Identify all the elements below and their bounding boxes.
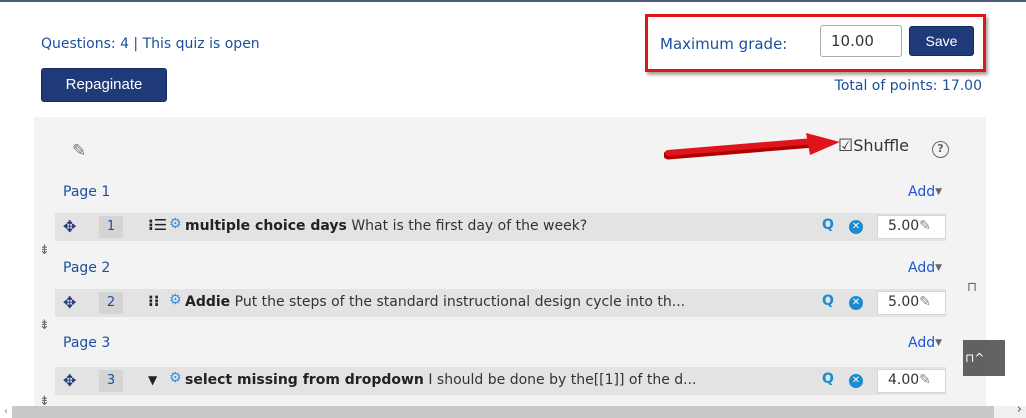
edit-mark-pencil-icon[interactable]: ✎	[919, 294, 931, 310]
ordering-type-icon: ⁝⁝	[148, 292, 160, 310]
move-icon[interactable]: ✥	[63, 293, 76, 312]
question-mark[interactable]: 5.00✎	[877, 215, 946, 239]
delete-icon[interactable]: ✕	[849, 296, 863, 310]
move-icon[interactable]: ✥	[63, 217, 76, 236]
slot-number: 2	[99, 292, 123, 314]
question-mark[interactable]: 5.00✎	[877, 291, 946, 315]
page-break-icon[interactable]: ⇟	[39, 318, 50, 333]
gear-icon: ⚙	[169, 370, 182, 386]
unlock-icon[interactable]: ⊓	[967, 280, 977, 295]
shuffle-label: Shuffle	[853, 136, 909, 155]
gear-icon: ⚙	[169, 216, 182, 232]
annotation-arrow	[664, 133, 840, 160]
question-row-1: ✥ 1 ⁝☰ ⚙ multiple choice days What is th…	[55, 213, 946, 241]
scroll-left-icon[interactable]: ‹	[4, 406, 8, 417]
add-label: Add	[908, 260, 936, 276]
scrollbar-thumb[interactable]	[12, 406, 994, 418]
question-name: multiple choice days	[185, 218, 347, 234]
chevron-up-icon: ^	[974, 351, 985, 365]
slot-number: 3	[99, 370, 123, 392]
maximum-grade-input[interactable]	[820, 25, 902, 57]
mark-value: 5.00	[888, 294, 920, 310]
caret-down-icon: ▼	[935, 338, 943, 348]
page-label-3: Page 3	[63, 335, 111, 351]
page-label-2: Page 2	[63, 260, 111, 276]
shuffle-toggle[interactable]: ☑Shuffle	[838, 136, 909, 156]
preview-icon[interactable]: Q	[822, 217, 834, 233]
question-body: Put the steps of the standard instructio…	[230, 294, 686, 310]
maximum-grade-highlight: Maximum grade: Save	[645, 14, 986, 72]
question-text[interactable]: select missing from dropdown I should be…	[185, 372, 697, 388]
shuffle-checkbox[interactable]: ☑	[838, 136, 853, 156]
top-border	[0, 0, 1026, 2]
question-row-2: ✥ 2 ⁝⁝ ⚙ Addie Put the steps of the stan…	[55, 289, 946, 317]
question-text[interactable]: multiple choice days What is the first d…	[185, 218, 587, 234]
caret-down-icon: ▼	[935, 263, 943, 273]
repaginate-button[interactable]: Repaginate	[41, 68, 167, 102]
question-name: select missing from dropdown	[185, 372, 424, 388]
edit-section-heading-pencil-icon[interactable]: ✎	[72, 141, 86, 161]
page-break-icon[interactable]: ⇟	[39, 243, 50, 258]
delete-icon[interactable]: ✕	[849, 374, 863, 388]
question-row-3: ✥ 3 ▼ ⚙ select missing from dropdown I s…	[55, 367, 946, 395]
preview-icon[interactable]: Q	[822, 371, 834, 387]
add-label: Add	[908, 335, 936, 351]
add-link-page-1[interactable]: Add▼	[908, 184, 942, 200]
question-body: What is the first day of the week?	[346, 218, 588, 234]
add-link-page-3[interactable]: Add▼	[908, 335, 942, 351]
question-name: Addie	[185, 294, 231, 310]
total-points: Total of points: 17.00	[834, 78, 982, 94]
scroll-to-top-button[interactable]: ⊓^	[963, 340, 1005, 376]
add-label: Add	[908, 184, 936, 200]
questions-info: Questions: 4 | This quiz is open	[41, 36, 260, 52]
question-mark[interactable]: 4.00✎	[877, 369, 946, 393]
gear-icon: ⚙	[169, 292, 182, 308]
caret-down-icon: ▼	[935, 187, 943, 197]
dropdown-type-icon: ▼	[148, 373, 158, 387]
page-label-1: Page 1	[63, 184, 111, 200]
delete-icon[interactable]: ✕	[849, 220, 863, 234]
horizontal-scrollbar[interactable]: ›	[12, 402, 1026, 418]
add-link-page-2[interactable]: Add▼	[908, 260, 942, 276]
save-button[interactable]: Save	[909, 26, 974, 56]
question-text[interactable]: Addie Put the steps of the standard inst…	[185, 294, 685, 310]
question-body: I should be done by the[[1]] of the d...	[423, 372, 697, 388]
slot-number: 1	[99, 216, 123, 238]
move-icon[interactable]: ✥	[63, 371, 76, 390]
mark-value: 4.00	[888, 372, 920, 388]
lock-icon: ⊓	[965, 351, 975, 365]
edit-mark-pencil-icon[interactable]: ✎	[919, 372, 931, 388]
help-icon[interactable]: ?	[932, 141, 949, 158]
mark-value: 5.00	[888, 218, 920, 234]
preview-icon[interactable]: Q	[822, 293, 834, 309]
scroll-right-icon[interactable]: ›	[1017, 402, 1022, 417]
maximum-grade-label: Maximum grade:	[660, 35, 788, 53]
multichoice-type-icon: ⁝☰	[148, 216, 168, 234]
edit-mark-pencil-icon[interactable]: ✎	[919, 218, 931, 234]
